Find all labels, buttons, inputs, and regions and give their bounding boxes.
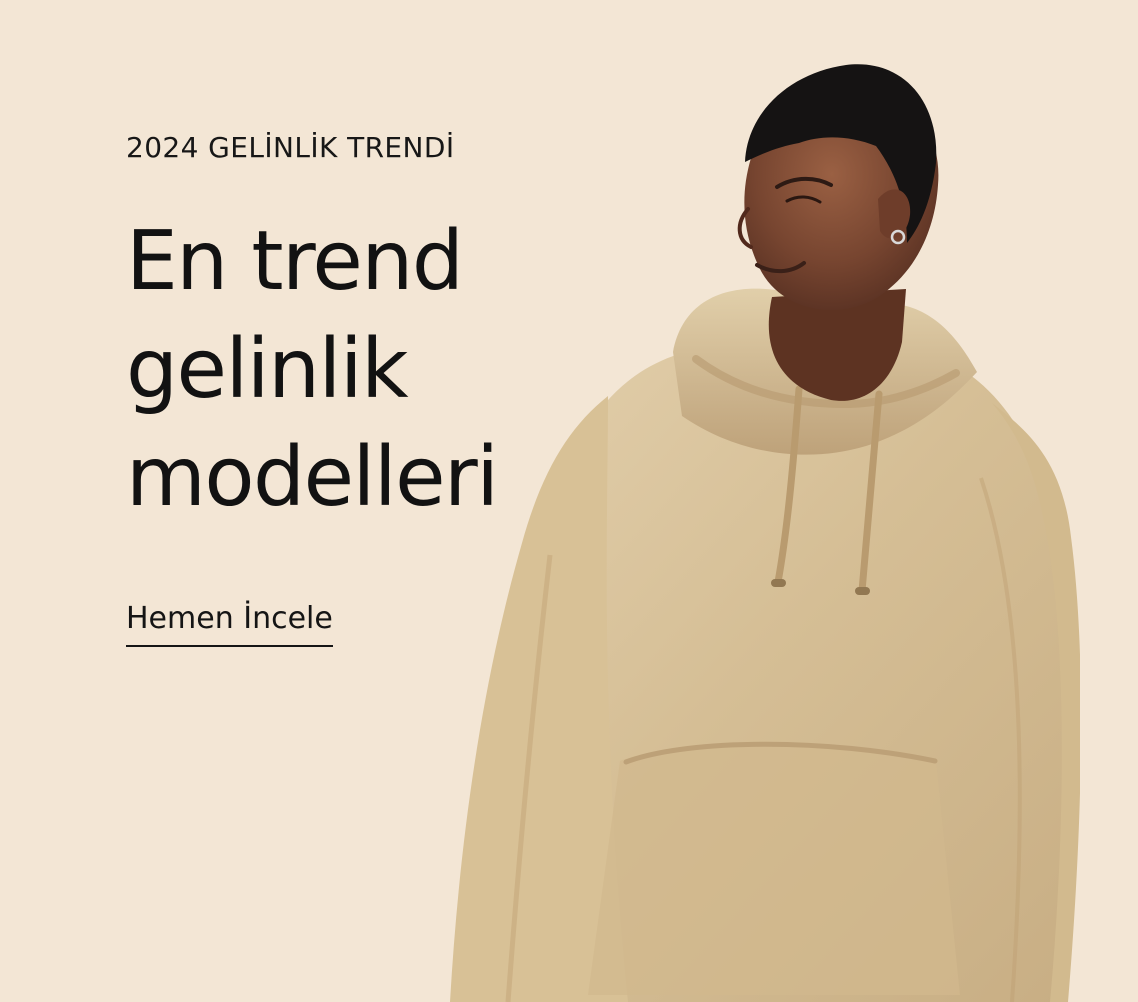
hero-copy: 2024 GELİNLİK TRENDİ En trend gelinlik m…	[126, 128, 596, 647]
headline-line-1: En trend	[126, 214, 464, 309]
hemen-incele-link[interactable]: Hemen İncele	[126, 600, 333, 647]
model-head	[737, 64, 939, 310]
hero-headline: En trend gelinlik modelleri	[126, 208, 596, 532]
hero-eyebrow: 2024 GELİNLİK TRENDİ	[126, 131, 455, 164]
headline-line-3: modelleri	[126, 430, 499, 525]
headline-line-2: gelinlik	[126, 322, 409, 417]
hero-banner: 2024 GELİNLİK TRENDİ En trend gelinlik m…	[0, 0, 1138, 1002]
